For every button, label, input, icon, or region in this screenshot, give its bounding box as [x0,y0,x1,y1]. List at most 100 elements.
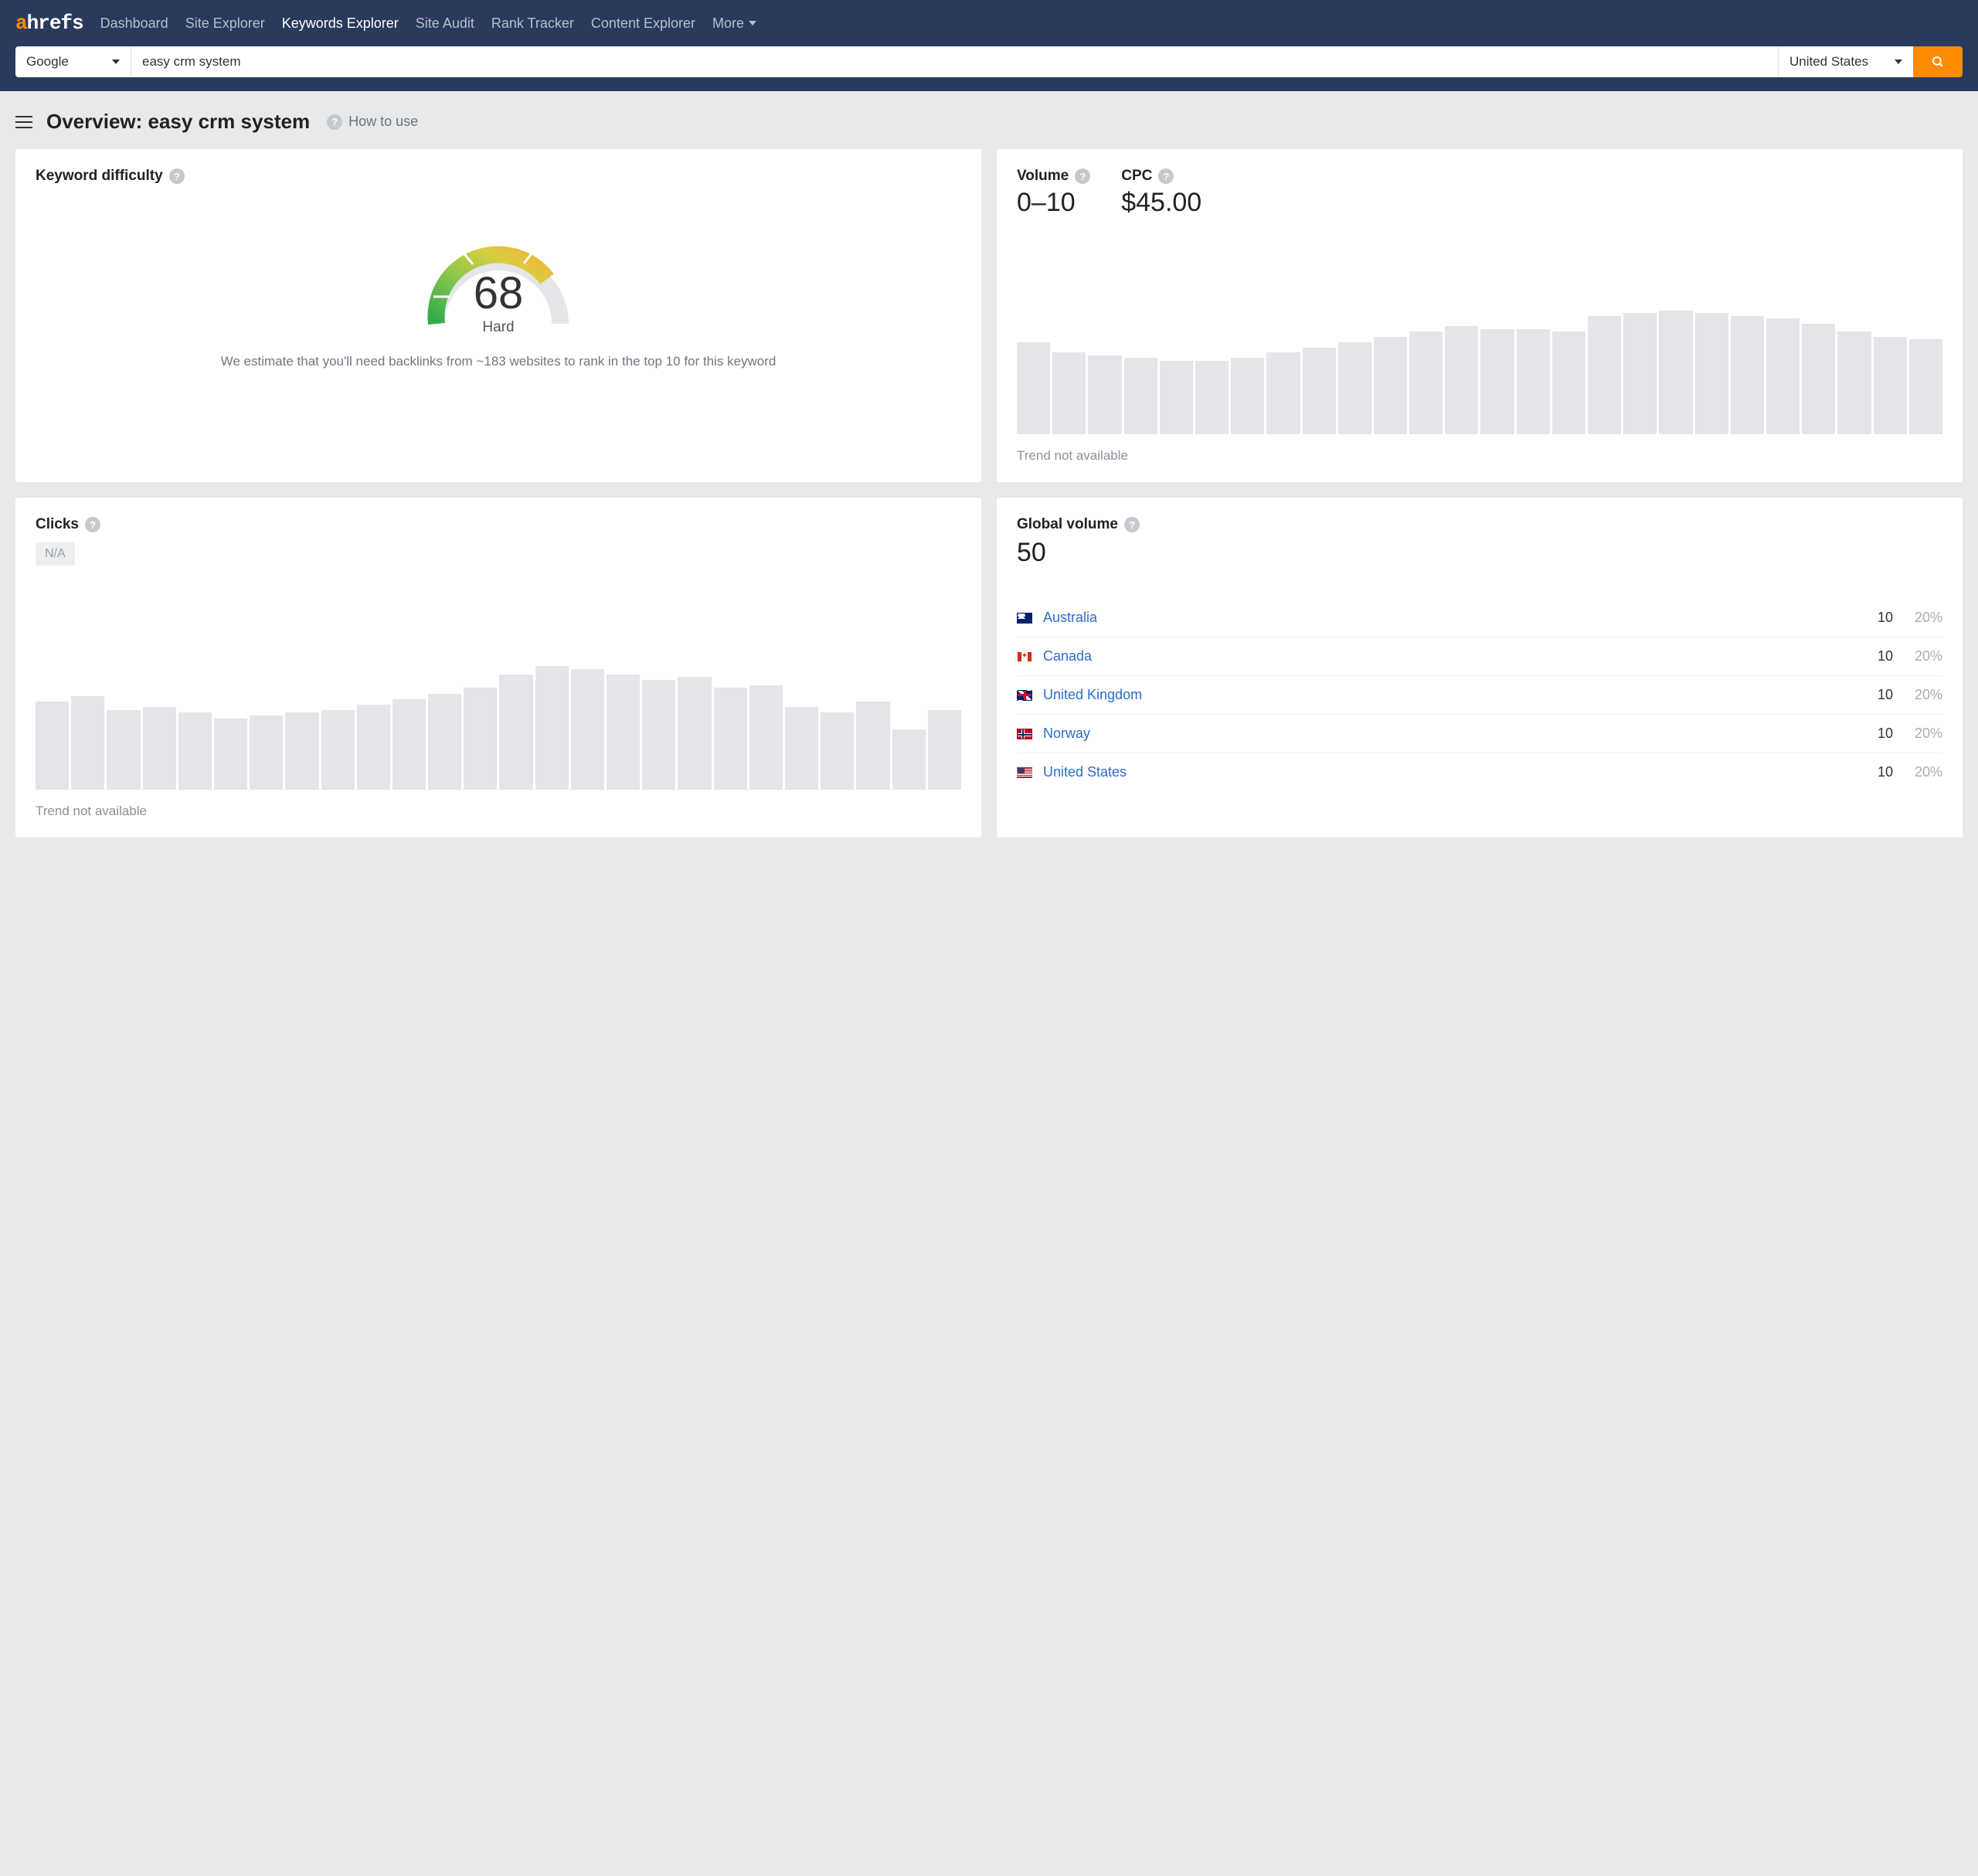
keyword-difficulty-card: Keyword difficulty ? [15,149,981,482]
nav-item-keywords-explorer[interactable]: Keywords Explorer [282,15,399,32]
nav-item-dashboard[interactable]: Dashboard [100,15,168,32]
chart-bar [1588,316,1621,434]
country-link[interactable]: Canada [1043,648,1854,664]
chart-bar [71,696,104,790]
nav-item-rank-tracker[interactable]: Rank Tracker [491,15,574,32]
global-volume-row: United Kingdom1020% [1017,676,1942,715]
chart-bar [892,729,926,790]
help-icon[interactable]: ? [1124,517,1140,532]
country-percent: 20% [1904,648,1942,664]
chart-bar [1017,342,1050,434]
chart-bar [1160,361,1193,434]
chart-bar [1909,339,1942,434]
cpc-label: CPC [1121,168,1152,185]
nav-more[interactable]: More [712,15,756,32]
flag-icon [1017,690,1032,701]
flag-icon: ✦ [1017,651,1032,662]
clicks-na-badge: N/A [36,542,75,566]
chart-bar [1124,358,1157,434]
chart-bar [1480,329,1514,434]
nav-item-content-explorer[interactable]: Content Explorer [591,15,695,32]
chart-bar [1195,361,1229,434]
chart-bar [1338,342,1371,434]
search-engine-select[interactable]: Google [15,46,131,77]
country-percent: 20% [1904,687,1942,703]
chart-bar [1659,311,1692,434]
chart-bar [1731,316,1764,434]
chart-bar [178,712,212,790]
global-volume-row: Australia 10 20% [1017,599,1942,637]
chart-bar [607,675,640,790]
chart-bar [1874,337,1907,434]
chart-bar [428,694,461,790]
chart-bar [36,702,69,790]
global-volume-value: 50 [1017,538,1942,568]
country-volume: 10 [1865,610,1893,626]
chart-bar [571,669,604,790]
clicks-trend-chart [36,666,961,790]
nav-item-site-explorer[interactable]: Site Explorer [185,15,265,32]
chart-bar [642,680,675,790]
help-icon: ? [327,114,342,130]
country-value: United States [1789,54,1868,70]
chart-bar [1623,313,1657,434]
chart-bar [107,710,140,790]
chevron-down-icon [1895,59,1902,64]
country-link[interactable]: Norway [1043,726,1854,742]
global-volume-card: Global volume ? 50 Australia 10 20% ✦ Canada… [997,498,1963,838]
chart-bar [785,707,818,790]
difficulty-value: 68 [417,271,579,316]
difficulty-gauge: 68 Hard [417,216,579,324]
country-percent: 20% [1904,726,1942,742]
chevron-down-icon [112,59,120,64]
volume-cpc-card: Volume ? 0–10 CPC ? $45.00 Trend not ava… [997,149,1963,482]
logo: ahrefs [15,12,83,35]
help-icon[interactable]: ? [1158,168,1174,184]
how-to-use-label: How to use [348,114,418,130]
chart-bar [464,688,497,790]
page-header: Overview: easy crm system ? How to use [0,91,1978,149]
top-nav: ahrefs Dashboard Site Explorer Keywords Ex… [0,0,1978,46]
chart-bar [1088,355,1121,434]
country-link[interactable]: United Kingdom [1043,687,1854,703]
cpc-value: $45.00 [1121,188,1201,218]
search-icon [1931,55,1945,69]
help-icon[interactable]: ? [169,168,185,184]
help-icon[interactable]: ? [1075,168,1090,184]
volume-label: Volume [1017,168,1069,185]
country-volume: 10 [1865,648,1893,664]
chart-bar [1695,313,1728,434]
menu-toggle-icon[interactable] [15,116,32,128]
chart-bar [714,688,747,790]
page-title: Overview: easy crm system [46,110,310,134]
chart-bar [1409,331,1443,434]
country-percent: 20% [1904,610,1942,626]
nav-item-site-audit[interactable]: Site Audit [416,15,474,32]
country-link[interactable]: Australia [1043,610,1854,626]
flag-icon [1017,767,1032,778]
chart-bar [1266,352,1300,434]
volume-value: 0–10 [1017,188,1090,218]
chart-bar [285,712,318,790]
chevron-down-icon [749,21,756,25]
chart-bar [1303,348,1336,434]
help-icon[interactable]: ? [85,517,100,532]
search-button[interactable] [1913,46,1963,77]
country-volume: 10 [1865,764,1893,780]
global-volume-row: United States 10 20% [1017,753,1942,791]
chart-bar [1445,326,1478,434]
trend-not-available: Trend not available [36,804,961,819]
chart-bar [1052,352,1086,434]
country-percent: 20% [1904,764,1942,780]
country-link[interactable]: United States [1043,764,1854,780]
global-volume-label: Global volume [1017,516,1118,533]
chart-bar [143,707,176,790]
flag-icon [1017,613,1032,624]
search-engine-value: Google [26,54,69,70]
chart-bar [321,710,355,790]
chart-bar [214,719,247,790]
how-to-use-link[interactable]: ? How to use [327,114,418,130]
country-select[interactable]: United States [1778,46,1913,77]
chart-bar [1374,337,1407,434]
keyword-input[interactable] [131,46,1778,77]
